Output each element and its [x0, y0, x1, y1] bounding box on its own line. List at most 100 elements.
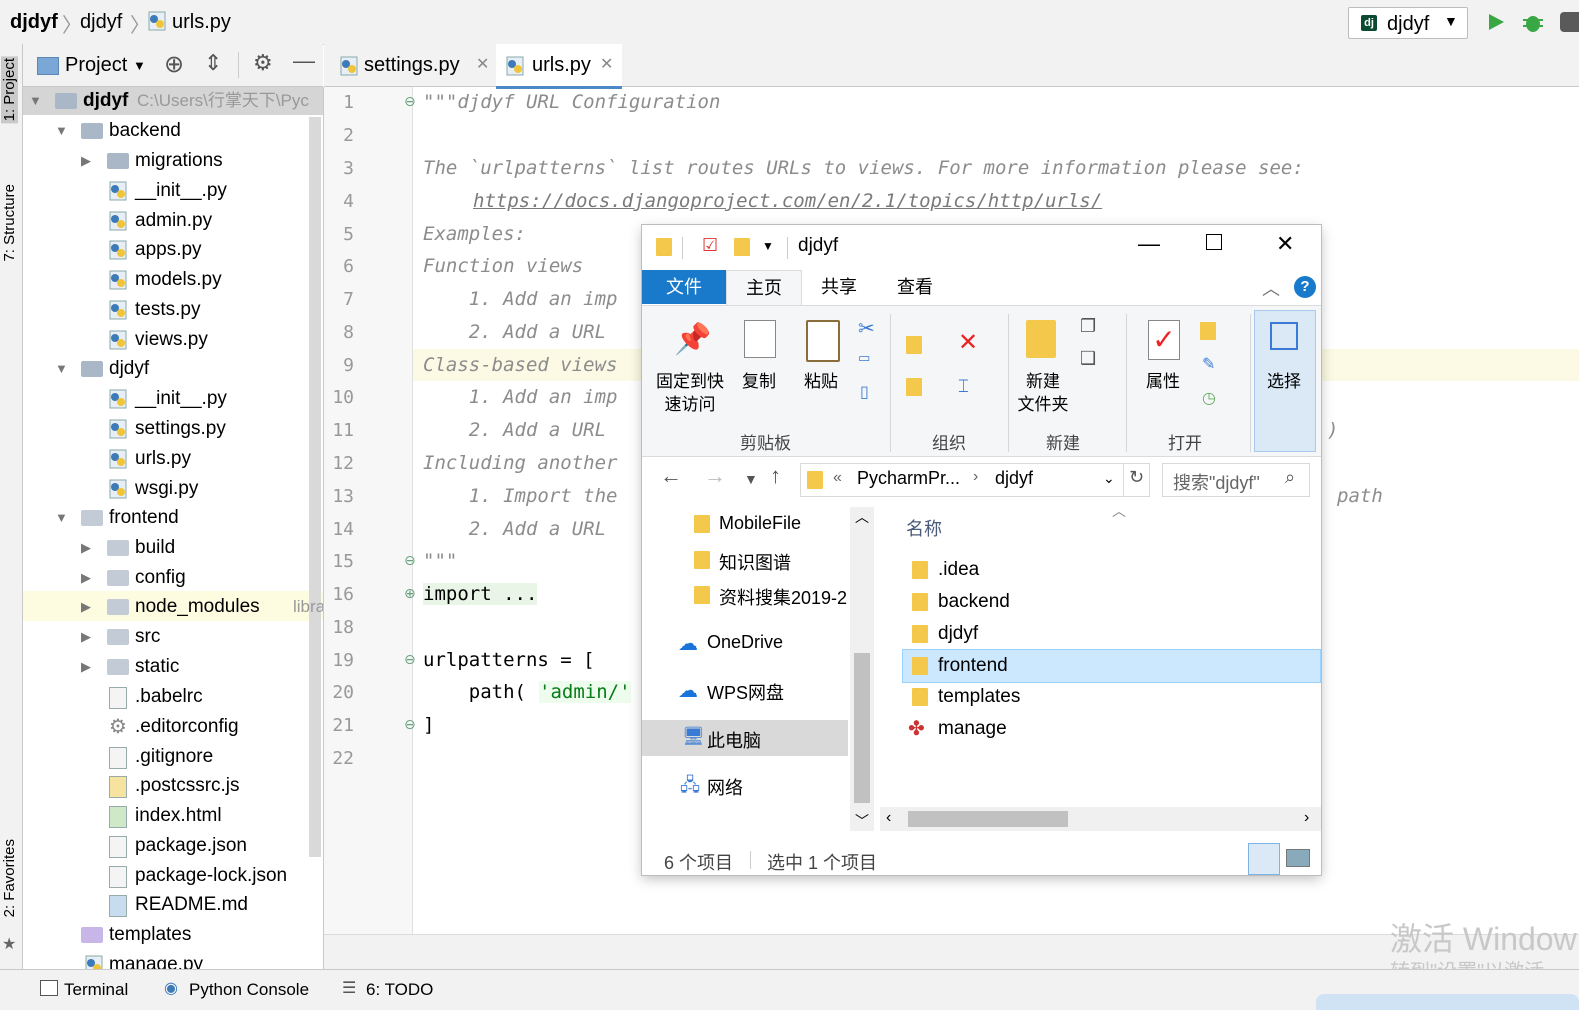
- ribbon-tab-file[interactable]: 文件: [642, 270, 726, 304]
- column-header-name[interactable]: 名称: [906, 515, 942, 541]
- debug-icon[interactable]: [1522, 11, 1544, 33]
- nav-scrollbar[interactable]: ︿ ﹀: [850, 507, 874, 831]
- recent-locations-icon[interactable]: ▼: [744, 471, 758, 487]
- ribbon-tab-share[interactable]: 共享: [806, 270, 872, 304]
- expanded-triangle-icon[interactable]: ▼: [55, 503, 68, 533]
- tab-urls-py[interactable]: urls.py ✕: [496, 44, 622, 89]
- collapsed-triangle-icon[interactable]: ▶: [81, 652, 91, 682]
- locate-icon[interactable]: ⊕: [164, 50, 184, 79]
- breadcrumb-file[interactable]: urls.py: [172, 11, 231, 34]
- file-item[interactable]: templates: [938, 686, 1020, 708]
- close-icon[interactable]: ✕: [1276, 231, 1294, 257]
- scroll-right-icon[interactable]: ›: [1304, 809, 1309, 827]
- select-button[interactable]: 选择: [1256, 370, 1312, 393]
- scroll-down-icon[interactable]: ﹀: [855, 811, 869, 831]
- paste-shortcut-icon[interactable]: ▯: [860, 382, 869, 402]
- search-icon[interactable]: ⌕: [1285, 467, 1295, 488]
- delete-icon[interactable]: ✕: [958, 328, 978, 357]
- close-icon[interactable]: ✕: [476, 44, 489, 86]
- new-folder-button[interactable]: 新建 文件夹: [1010, 370, 1076, 416]
- maximize-icon[interactable]: [1206, 234, 1222, 250]
- nav-item-mobilefile[interactable]: MobileFile: [719, 513, 801, 534]
- copy-path-icon[interactable]: ▭: [858, 350, 870, 366]
- large-icons-view-icon[interactable]: [1286, 849, 1310, 867]
- address-prefix[interactable]: «: [833, 469, 842, 487]
- project-tool-tab[interactable]: 1: Project: [1, 56, 18, 124]
- file-item[interactable]: manage: [938, 718, 1007, 740]
- expanded-triangle-icon[interactable]: ▼: [29, 87, 42, 116]
- address-segment[interactable]: PycharmPr...: [857, 468, 960, 489]
- move-to-icon[interactable]: [906, 336, 922, 354]
- forward-icon[interactable]: →: [704, 463, 726, 489]
- collapsed-triangle-icon[interactable]: ▶: [81, 592, 91, 622]
- nav-item-knowledge-graph[interactable]: 知识图谱: [719, 549, 791, 575]
- open-icon[interactable]: [1200, 322, 1216, 340]
- search-box[interactable]: 搜索"djdyf" ⌕: [1162, 463, 1310, 497]
- nav-item-this-pc[interactable]: 此电脑: [707, 727, 761, 753]
- scroll-thumb[interactable]: [908, 811, 1068, 827]
- code-link[interactable]: https://docs.djangoproject.com/en/2.1/to…: [473, 190, 1102, 212]
- structure-tool-tab[interactable]: 7: Structure: [1, 184, 18, 262]
- details-view-icon[interactable]: [1248, 843, 1280, 875]
- scroll-left-icon[interactable]: ‹: [886, 809, 891, 827]
- collapsed-triangle-icon[interactable]: ▶: [81, 622, 91, 652]
- minimize-icon[interactable]: —: [1138, 231, 1160, 257]
- edit-icon[interactable]: ✎: [1202, 354, 1215, 374]
- up-icon[interactable]: ↑: [770, 463, 781, 489]
- properties-quick-icon[interactable]: ☑: [702, 235, 718, 256]
- collapsed-triangle-icon[interactable]: ▶: [81, 533, 91, 563]
- file-item-selected[interactable]: frontend: [938, 655, 1008, 677]
- breadcrumb-project[interactable]: djdyf: [10, 11, 58, 34]
- nav-item-onedrive[interactable]: OneDrive: [707, 632, 783, 653]
- back-icon[interactable]: ←: [660, 463, 682, 489]
- expanded-triangle-icon[interactable]: ▼: [55, 354, 68, 384]
- easy-access-icon[interactable]: ❑: [1080, 348, 1096, 369]
- run-icon[interactable]: [1486, 12, 1506, 32]
- pin-quick-access-button[interactable]: 固定到快 速访问: [650, 370, 730, 416]
- file-list-scrollbar[interactable]: ‹ ›: [880, 807, 1321, 831]
- tab-settings-py[interactable]: settings.py ✕: [336, 44, 489, 86]
- collapsed-triangle-icon[interactable]: ▶: [81, 563, 91, 593]
- project-view-select[interactable]: Project: [65, 54, 127, 77]
- chevron-down-icon[interactable]: ▼: [762, 239, 774, 253]
- run-configuration-select[interactable]: dj djdyf ▼: [1348, 7, 1468, 39]
- nav-item-network[interactable]: 网络: [707, 774, 743, 800]
- expanded-triangle-icon[interactable]: ▼: [55, 116, 68, 146]
- address-segment[interactable]: djdyf: [995, 468, 1033, 489]
- chevron-down-icon[interactable]: ▼: [133, 58, 146, 73]
- file-item[interactable]: backend: [938, 591, 1010, 613]
- stop-icon[interactable]: [1560, 12, 1579, 32]
- ribbon-tab-view[interactable]: 查看: [882, 270, 948, 304]
- minimize-panel-icon[interactable]: —: [293, 48, 315, 74]
- file-item[interactable]: djdyf: [938, 623, 978, 645]
- properties-button[interactable]: 属性: [1138, 370, 1188, 393]
- terminal-tab[interactable]: Terminal: [64, 980, 128, 1000]
- new-folder-quick-icon[interactable]: [734, 238, 750, 256]
- help-icon[interactable]: ?: [1294, 276, 1316, 298]
- ribbon-tab-home[interactable]: 主页: [726, 270, 802, 305]
- collapse-all-icon[interactable]: ⇕: [204, 50, 222, 76]
- sort-ascending-icon[interactable]: ︿: [1112, 501, 1126, 521]
- search-input[interactable]: 搜索"djdyf": [1173, 469, 1260, 495]
- copy-to-icon[interactable]: [906, 378, 922, 396]
- history-icon[interactable]: ◷: [1202, 388, 1216, 408]
- address-bar[interactable]: « PycharmPr... › djdyf ⌄ ↻: [800, 463, 1150, 497]
- nav-item-wps-drive[interactable]: WPS网盘: [707, 679, 784, 705]
- gear-icon[interactable]: ⚙: [253, 50, 273, 76]
- tree-scrollbar[interactable]: [309, 117, 321, 857]
- scroll-up-icon[interactable]: ︿: [855, 507, 869, 527]
- close-icon[interactable]: ✕: [600, 44, 613, 86]
- breadcrumb-folder[interactable]: djdyf: [80, 11, 122, 34]
- favorites-tool-tab[interactable]: 2: Favorites: [1, 839, 18, 917]
- paste-button[interactable]: 粘贴: [796, 370, 846, 393]
- new-item-icon[interactable]: ❐: [1080, 316, 1096, 337]
- copy-button[interactable]: 复制: [734, 370, 784, 393]
- rename-icon[interactable]: ⌶: [958, 376, 969, 397]
- collapsed-triangle-icon[interactable]: ▶: [81, 146, 91, 176]
- refresh-icon[interactable]: ↻: [1129, 467, 1144, 488]
- cut-icon[interactable]: ✂: [858, 316, 875, 341]
- todo-tab[interactable]: 6: TODO: [366, 980, 433, 1000]
- nav-item-data-collection[interactable]: 资料搜集2019-2: [719, 584, 849, 610]
- scroll-thumb[interactable]: [854, 653, 870, 803]
- python-console-tab[interactable]: Python Console: [189, 980, 309, 1000]
